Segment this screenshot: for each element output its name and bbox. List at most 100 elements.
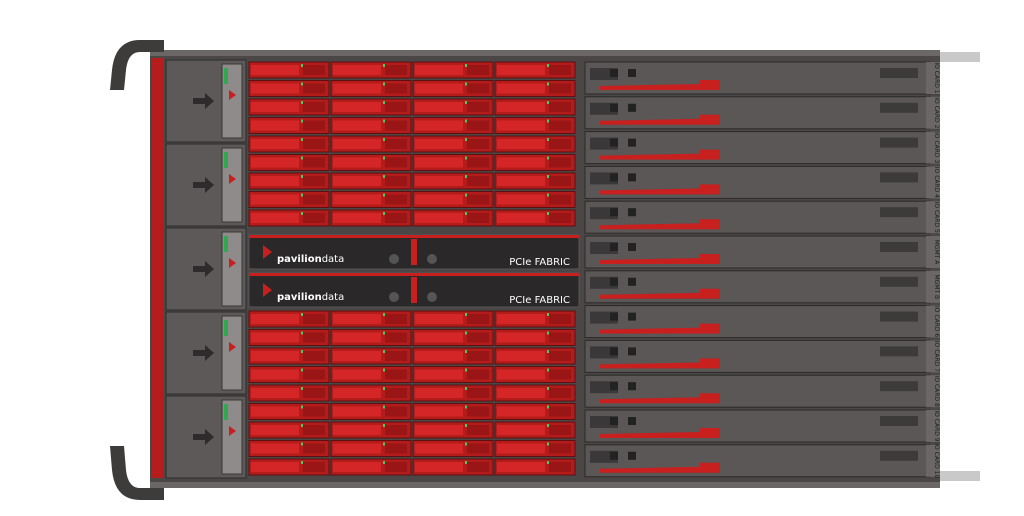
drive-bay[interactable] bbox=[412, 384, 494, 402]
drive-bay[interactable] bbox=[412, 117, 494, 134]
drive-bay[interactable] bbox=[330, 61, 412, 79]
drive-bay[interactable] bbox=[412, 440, 494, 457]
drive-bay[interactable] bbox=[494, 421, 576, 439]
status-led bbox=[465, 442, 467, 446]
drive-bay[interactable] bbox=[330, 172, 412, 190]
io-card[interactable]: IO CARD 3 bbox=[584, 131, 940, 165]
psu-bay[interactable] bbox=[165, 59, 247, 143]
drive-bay[interactable] bbox=[248, 191, 330, 208]
drive-bay[interactable] bbox=[330, 80, 412, 97]
io-card[interactable]: IO CARD 9 bbox=[584, 409, 940, 443]
drive-bay[interactable] bbox=[494, 172, 576, 190]
drive-bay[interactable] bbox=[248, 61, 330, 79]
status-led bbox=[383, 368, 385, 372]
drive-bay[interactable] bbox=[330, 310, 412, 328]
drive-bay[interactable] bbox=[412, 135, 494, 153]
drive-bay[interactable] bbox=[330, 329, 412, 346]
drive-bay[interactable] bbox=[494, 135, 576, 153]
drive-bay[interactable] bbox=[248, 421, 330, 439]
drive-bay[interactable] bbox=[330, 98, 412, 116]
drive-bay[interactable] bbox=[412, 172, 494, 190]
drive-bay[interactable] bbox=[412, 61, 494, 79]
psu-bay[interactable] bbox=[165, 143, 247, 227]
drive-bay[interactable] bbox=[494, 329, 576, 346]
psu-bay[interactable] bbox=[165, 311, 247, 395]
drive-bay[interactable] bbox=[248, 135, 330, 153]
io-card[interactable]: IO CARD 6 bbox=[584, 305, 940, 339]
drive-bay[interactable] bbox=[248, 117, 330, 134]
drive-bay[interactable] bbox=[330, 366, 412, 383]
drive-bay[interactable] bbox=[412, 347, 494, 365]
drive-bay[interactable] bbox=[412, 209, 494, 227]
drive-bay[interactable] bbox=[494, 403, 576, 420]
drive-bay[interactable] bbox=[248, 458, 330, 476]
io-card[interactable]: MGMT A bbox=[584, 235, 940, 269]
fabric-module[interactable]: paviliondata PCIe FABRIC bbox=[248, 234, 580, 270]
drive-bay[interactable] bbox=[248, 384, 330, 402]
drive-bay[interactable] bbox=[494, 310, 576, 328]
psu-bay[interactable] bbox=[165, 395, 247, 479]
io-card[interactable]: IO CARD 2 bbox=[584, 96, 940, 130]
drive-bay[interactable] bbox=[412, 154, 494, 171]
drive-bay[interactable] bbox=[412, 98, 494, 116]
latch[interactable] bbox=[427, 254, 437, 264]
drive-bay[interactable] bbox=[412, 458, 494, 476]
io-card[interactable]: IO CARD 5 bbox=[584, 200, 940, 234]
io-card[interactable]: MGMT B bbox=[584, 270, 940, 304]
drive-bay[interactable] bbox=[494, 366, 576, 383]
drive-bay[interactable] bbox=[494, 98, 576, 116]
io-card[interactable]: IO CARD 1 bbox=[584, 61, 940, 95]
drive-bay[interactable] bbox=[248, 329, 330, 346]
latch[interactable] bbox=[389, 254, 399, 264]
drive-bay[interactable] bbox=[248, 80, 330, 97]
drive-bay[interactable] bbox=[248, 209, 330, 227]
drive-bay[interactable] bbox=[330, 384, 412, 402]
drive-bay[interactable] bbox=[248, 366, 330, 383]
drive-bay[interactable] bbox=[494, 80, 576, 97]
io-card[interactable]: IO CARD 7 bbox=[584, 339, 940, 373]
drive-bay[interactable] bbox=[494, 384, 576, 402]
drive-bay[interactable] bbox=[248, 440, 330, 457]
drive-bay[interactable] bbox=[412, 366, 494, 383]
drive-bay[interactable] bbox=[330, 154, 412, 171]
drive-bay[interactable] bbox=[330, 209, 412, 227]
psu-bay[interactable] bbox=[165, 227, 247, 311]
drive-bay[interactable] bbox=[494, 347, 576, 365]
drive-bay[interactable] bbox=[494, 458, 576, 476]
fabric-module[interactable]: paviliondata PCIe FABRIC bbox=[248, 272, 580, 308]
drive-bay[interactable] bbox=[494, 209, 576, 227]
drive-bay[interactable] bbox=[330, 440, 412, 457]
drive-bay[interactable] bbox=[494, 154, 576, 171]
latch[interactable] bbox=[389, 292, 399, 302]
drive-bay[interactable] bbox=[494, 61, 576, 79]
drive-bay[interactable] bbox=[248, 403, 330, 420]
drive-bay[interactable] bbox=[412, 191, 494, 208]
drive-bay[interactable] bbox=[412, 310, 494, 328]
status-led bbox=[301, 156, 303, 160]
drive-bay[interactable] bbox=[248, 347, 330, 365]
drive-bay[interactable] bbox=[248, 310, 330, 328]
drive-bay[interactable] bbox=[330, 191, 412, 208]
drive-bay[interactable] bbox=[248, 154, 330, 171]
drive-bay[interactable] bbox=[330, 421, 412, 439]
drive-bay[interactable] bbox=[412, 329, 494, 346]
drive-bay[interactable] bbox=[330, 403, 412, 420]
status-led bbox=[547, 387, 549, 390]
drive-bay[interactable] bbox=[330, 458, 412, 476]
latch[interactable] bbox=[427, 292, 437, 302]
drive-bay[interactable] bbox=[330, 135, 412, 153]
drive-bay[interactable] bbox=[248, 172, 330, 190]
drive-bay[interactable] bbox=[330, 347, 412, 365]
drive-bay[interactable] bbox=[248, 98, 330, 116]
drive-bay[interactable] bbox=[330, 117, 412, 134]
drive-bay[interactable] bbox=[494, 440, 576, 457]
drive-bay[interactable] bbox=[412, 421, 494, 439]
drive-bay[interactable] bbox=[412, 403, 494, 420]
status-led bbox=[301, 442, 303, 446]
drive-bay[interactable] bbox=[494, 117, 576, 134]
drive-bay[interactable] bbox=[494, 191, 576, 208]
io-card[interactable]: IO CARD 8 bbox=[584, 374, 940, 408]
io-card[interactable]: IO CARD 10 bbox=[584, 443, 940, 478]
drive-bay[interactable] bbox=[412, 80, 494, 97]
io-card[interactable]: IO CARD 4 bbox=[584, 165, 940, 199]
